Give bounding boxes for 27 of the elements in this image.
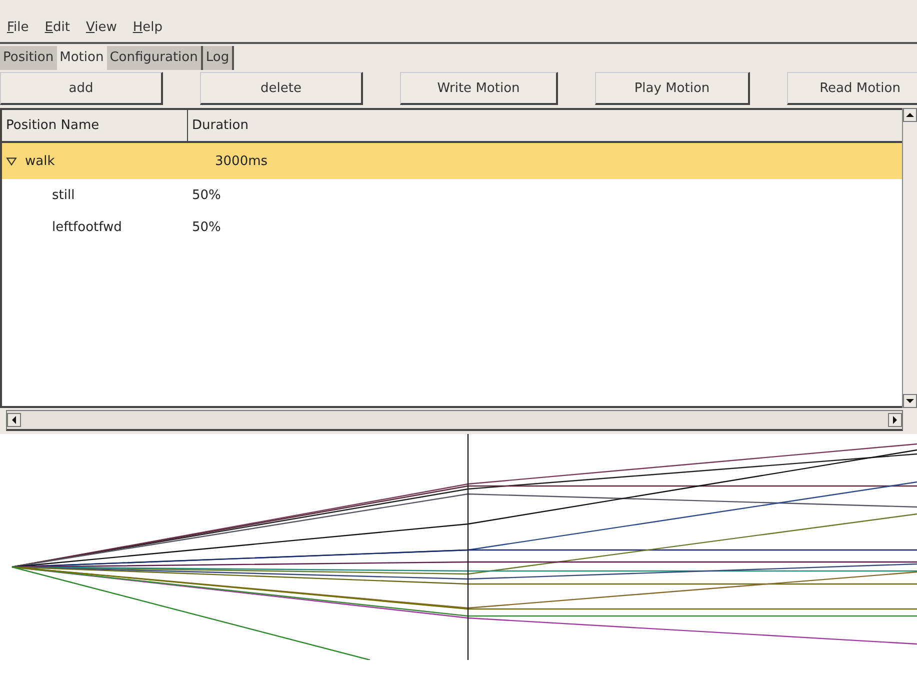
scroll-down-icon[interactable] [903, 394, 917, 408]
vertical-scrollbar[interactable] [902, 108, 917, 408]
column-header[interactable]: Position Name [2, 110, 188, 141]
duration-value: 50% [192, 188, 221, 202]
menu-item[interactable]: File [6, 20, 30, 34]
duration-value: 50% [192, 220, 221, 234]
scroll-right-icon[interactable] [888, 413, 902, 427]
horizontal-scrollbar[interactable] [6, 410, 903, 431]
scroll-left-icon[interactable] [7, 413, 21, 427]
toolbar-button[interactable]: Read Motion [787, 72, 917, 105]
toolbar-button[interactable]: Write Motion [400, 72, 558, 105]
tab[interactable]: Position [0, 46, 57, 70]
menu-item[interactable]: Help [132, 20, 164, 34]
position-name: still [52, 188, 75, 202]
scroll-up-icon[interactable] [903, 108, 917, 122]
tab[interactable]: Log [202, 46, 234, 70]
menu-item[interactable]: View [84, 20, 118, 34]
toolbar-button[interactable]: Play Motion [595, 72, 750, 105]
toolbar-button[interactable]: delete [200, 72, 363, 105]
column-header[interactable]: Duration [188, 110, 248, 141]
tab[interactable]: Configuration [106, 46, 203, 70]
position-name: walk [25, 154, 55, 168]
menu-item[interactable]: Edit [44, 20, 71, 34]
toolbar-button[interactable]: add [0, 72, 163, 105]
duration-value: 3000ms [215, 154, 268, 168]
expanded-triangle-icon[interactable] [6, 156, 17, 166]
position-name: leftfootfwd [52, 220, 122, 234]
